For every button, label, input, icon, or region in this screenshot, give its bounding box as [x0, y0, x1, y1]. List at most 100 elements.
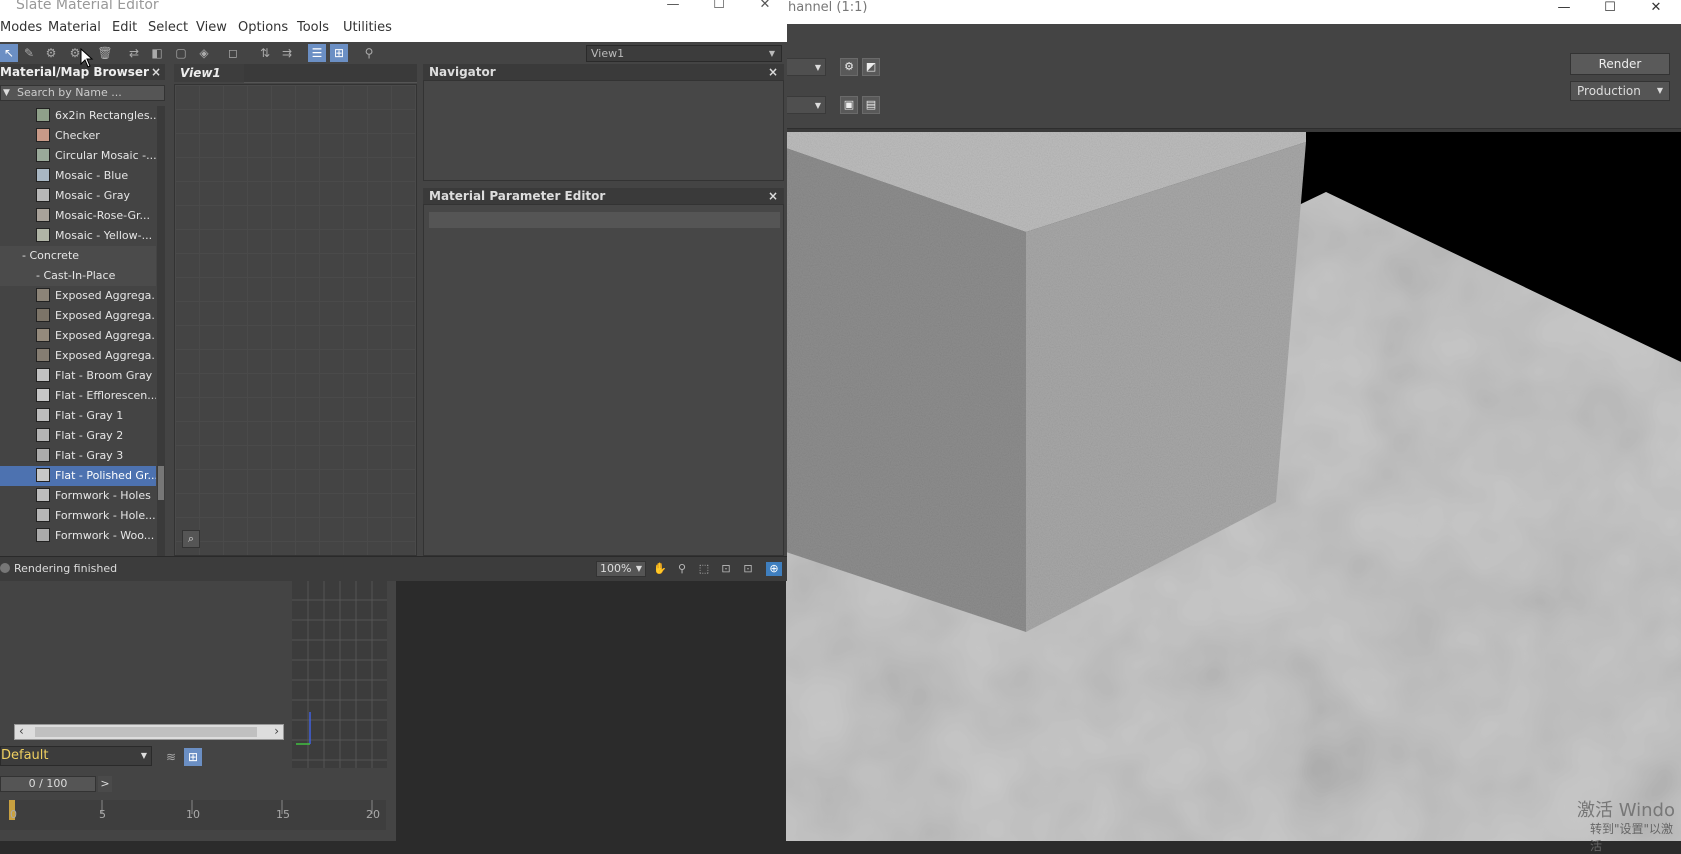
scroll-right-icon[interactable]: ›	[274, 724, 279, 738]
material-list-item[interactable]: Formwork - Holes	[0, 486, 156, 506]
material-swatch-icon	[36, 428, 50, 442]
layout-children-icon[interactable]: ⇉	[278, 44, 296, 62]
view-select[interactable]: View1 ▼	[586, 45, 782, 62]
material-list-item[interactable]: Formwork - Hole...	[0, 506, 156, 526]
material-list-item[interactable]: Flat - Polished Gr...	[0, 466, 156, 486]
select-tool-icon[interactable]: ↖	[0, 44, 18, 62]
zoom-extents-icon[interactable]: ⊡	[718, 562, 734, 576]
material-list-item[interactable]: Flat - Efflorescen...	[0, 386, 156, 406]
navigator-close-icon[interactable]: ×	[768, 64, 778, 80]
material-list-item[interactable]: Flat - Gray 2	[0, 426, 156, 446]
zoom-icon[interactable]: ⚲	[674, 562, 690, 576]
binoculars-icon[interactable]: ⌕	[182, 530, 200, 548]
scene-explorer-icon[interactable]: ⊞	[184, 748, 202, 766]
menu-edit[interactable]: Edit	[112, 20, 137, 35]
zoom-region-icon[interactable]: ⬚	[696, 562, 712, 576]
material-list-item[interactable]: Mosaic - Gray	[0, 186, 156, 206]
tick-0: 0	[10, 808, 17, 821]
sme-close-icon[interactable]: ✕	[742, 0, 788, 12]
material-label: - Concrete	[22, 249, 80, 262]
render-area-dropdown[interactable]: ▼	[786, 58, 826, 76]
show-background-icon[interactable]: ◈	[195, 44, 213, 62]
menu-modes[interactable]: Modes	[0, 20, 42, 35]
next-frame-button[interactable]: >	[98, 776, 112, 792]
subcategory-header[interactable]: - Cast-In-Place	[0, 266, 156, 286]
material-list-item[interactable]: Exposed Aggrega...	[0, 306, 156, 326]
zoom-select[interactable]: 100% ▼	[596, 561, 646, 577]
parameter-editor-close-icon[interactable]: ×	[768, 188, 778, 204]
horizontal-scrollbar[interactable]: ‹ ›	[14, 724, 284, 740]
menu-utilities[interactable]: Utilities	[343, 20, 392, 35]
search-options-icon[interactable]: ▼	[3, 86, 10, 100]
material-list-item[interactable]: Exposed Aggrega...	[0, 326, 156, 346]
menu-view[interactable]: View	[196, 20, 227, 35]
scrollbar-thumb[interactable]	[35, 727, 257, 737]
sme-maximize-icon[interactable]: ☐	[696, 0, 742, 12]
show-end-result-icon[interactable]: ◻	[224, 44, 242, 62]
render-status-icon	[0, 563, 10, 573]
menu-select[interactable]: Select	[148, 20, 188, 35]
production-select[interactable]: Production ▼	[1570, 81, 1670, 101]
zoom-extents-selected-icon[interactable]: ⊡	[740, 562, 756, 576]
material-list-item[interactable]: Flat - Broom Gray	[0, 366, 156, 386]
material-list-item[interactable]: Mosaic - Yellow-...	[0, 226, 156, 246]
browser-scrollbar-thumb[interactable]	[158, 466, 164, 500]
menu-tools[interactable]: Tools	[297, 20, 329, 35]
delete-icon[interactable]: 🗑	[96, 44, 114, 62]
material-list-item[interactable]: Formwork - Woo...	[0, 526, 156, 546]
browser-search-input[interactable]: ▼ Search by Name ...	[0, 85, 165, 101]
material-list-item[interactable]: 6x2in Rectangles...	[0, 106, 156, 126]
tab-view1[interactable]: View1	[174, 64, 244, 82]
lock-viewport-icon[interactable]: ▣	[840, 96, 858, 114]
material-list: 6x2in Rectangles... Checker Circular Mosai…	[0, 106, 156, 556]
material-swatch-icon	[36, 168, 50, 182]
material-swatch-icon	[36, 208, 50, 222]
menu-material[interactable]: Material	[48, 20, 101, 35]
timeline[interactable]: 0 5 10 15 20	[0, 800, 386, 830]
material-list-item[interactable]: Checker	[0, 126, 156, 146]
navigator-panel[interactable]	[423, 80, 784, 181]
hide-unused-icon[interactable]: ◧	[148, 44, 166, 62]
move-children-icon[interactable]: ⇄	[125, 44, 143, 62]
layers-icon[interactable]: ≋	[162, 748, 180, 766]
material-list-item[interactable]: Exposed Aggrega...	[0, 346, 156, 366]
environment-icon[interactable]: ◩	[862, 58, 880, 76]
mini-viewport	[292, 580, 387, 768]
pan-icon[interactable]: ✋	[652, 562, 668, 576]
frame-counter[interactable]: 0 / 100	[0, 776, 96, 792]
material-swatch-icon	[36, 288, 50, 302]
category-header[interactable]: - Concrete	[0, 246, 156, 266]
put-to-scene-icon[interactable]: ⚙	[42, 44, 60, 62]
viewport-dropdown[interactable]: ▼	[786, 96, 826, 114]
sme-titlebar[interactable]: Slate Material Editor — ☐ ✕	[0, 0, 787, 14]
pick-material-icon[interactable]: ✎	[20, 44, 38, 62]
render-region-icon[interactable]: ▤	[862, 96, 880, 114]
material-list-item[interactable]: Mosaic - Blue	[0, 166, 156, 186]
material-swatch-icon	[36, 488, 50, 502]
close-icon[interactable]: ✕	[1633, 0, 1679, 16]
layer-select[interactable]: Default ▼	[0, 746, 152, 766]
layout-all-icon[interactable]: ⇅	[256, 44, 274, 62]
select-by-material-icon[interactable]: ⚲	[360, 44, 378, 62]
browser-close-icon[interactable]: ×	[151, 64, 161, 80]
pan-to-selected-icon[interactable]: ⊕	[766, 562, 782, 576]
minimize-icon[interactable]: —	[1541, 0, 1587, 16]
node-view-canvas[interactable]	[174, 84, 417, 556]
maximize-icon[interactable]: ☐	[1587, 0, 1633, 16]
show-map-icon[interactable]: ▢	[172, 44, 190, 62]
material-browser-toggle-icon[interactable]: ☰	[308, 44, 326, 62]
material-swatch-icon	[36, 308, 50, 322]
render-setup-icon[interactable]: ⚙	[840, 58, 858, 76]
material-list-item[interactable]: Mosaic-Rose-Gr...	[0, 206, 156, 226]
parameter-editor-toggle-icon[interactable]: ⊞	[330, 44, 348, 62]
browser-scrollbar[interactable]	[157, 106, 165, 556]
material-list-item[interactable]: Flat - Gray 3	[0, 446, 156, 466]
menu-options[interactable]: Options	[238, 20, 288, 35]
sme-minimize-icon[interactable]: —	[650, 0, 696, 12]
material-list-item[interactable]: Exposed Aggrega...	[0, 286, 156, 306]
material-label: Flat - Gray 3	[55, 449, 124, 462]
scroll-left-icon[interactable]: ‹	[19, 724, 24, 738]
render-button[interactable]: Render	[1570, 53, 1670, 75]
material-list-item[interactable]: Flat - Gray 1	[0, 406, 156, 426]
material-list-item[interactable]: Circular Mosaic -...	[0, 146, 156, 166]
